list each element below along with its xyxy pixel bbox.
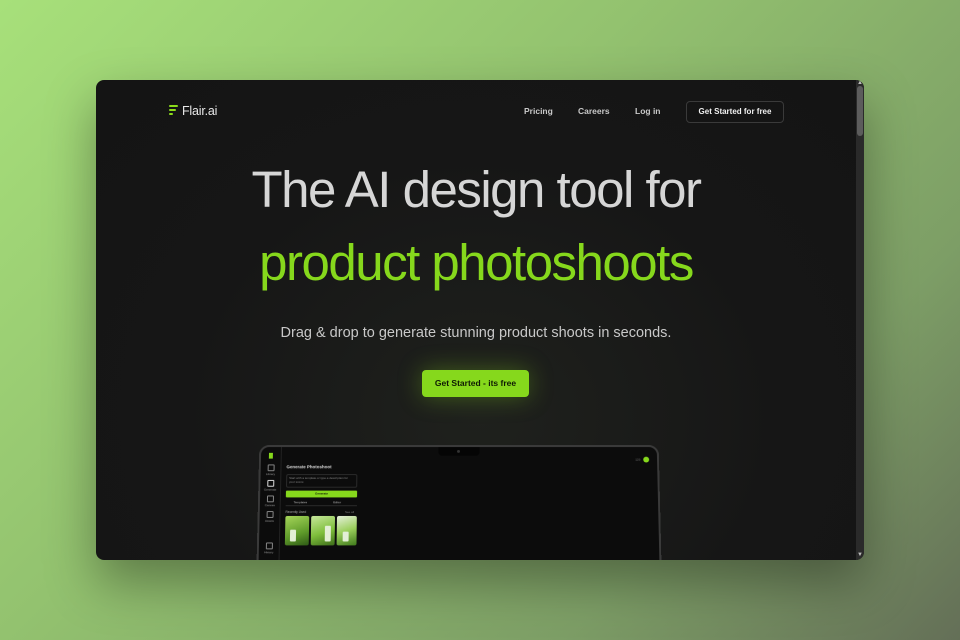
app-sidebar-item-canvas: Canvas: [263, 495, 277, 507]
app-generate-panel: Generate Photoshoot Start with a templat…: [280, 464, 361, 560]
panel-tab-divider: [286, 505, 357, 506]
app-top-right: 120: [635, 457, 649, 463]
nav-get-started-button[interactable]: Get Started for free: [686, 101, 784, 123]
app-sidebar-item-library: Library: [264, 464, 278, 476]
canvas-icon: [266, 495, 273, 502]
hero-headline-line2: product photoshoots: [96, 233, 856, 292]
panel-prompt-box: Start with a template or type a descript…: [286, 474, 357, 488]
recent-thumbnail: [337, 516, 357, 545]
nav-link-careers[interactable]: Careers: [578, 106, 610, 116]
scrollbar-thumb[interactable]: [857, 86, 863, 136]
avatar: [643, 457, 649, 463]
hero-get-started-button[interactable]: Get Started - its free: [422, 370, 529, 397]
app-sidebar-item-generate: Generate: [263, 480, 277, 492]
generate-icon: [267, 480, 274, 487]
library-icon: [267, 464, 274, 471]
hero-subheadline: Drag & drop to generate stunning product…: [96, 325, 856, 341]
app-sidebar-item-assets: Assets: [262, 511, 276, 523]
see-all-link: See all: [345, 510, 354, 514]
panel-tab-editor: Editor: [333, 500, 341, 504]
laptop-notch: [438, 447, 479, 456]
logo[interactable]: Flair.ai: [169, 104, 217, 118]
flair-logo-icon: [169, 105, 178, 117]
app-logo-icon: [269, 453, 273, 459]
scroll-down-icon[interactable]: ▼: [857, 552, 863, 558]
nav-link-login[interactable]: Log in: [635, 106, 661, 116]
nav-link-pricing[interactable]: Pricing: [524, 106, 553, 116]
panel-generate-button: Generate: [286, 491, 357, 498]
hero-headline-line1: The AI design tool for: [96, 160, 856, 219]
history-icon: [265, 542, 272, 549]
browser-window: Flair.ai Pricing Careers Log in Get Star…: [96, 80, 864, 560]
app-sidebar-item-history: History: [262, 542, 276, 554]
credits-text: 120: [635, 458, 640, 462]
app-sidebar: Library Generate Canvas Assets History: [258, 447, 282, 560]
panel-tab-templates: Templates: [294, 500, 308, 504]
vertical-scrollbar[interactable]: ▲ ▼: [856, 80, 864, 560]
recent-thumbnail: [311, 516, 335, 545]
recent-label: Recently Used: [285, 510, 306, 514]
recent-thumbnail: [285, 516, 309, 545]
camera-icon: [457, 450, 460, 453]
laptop-app-preview: Library Generate Canvas Assets History G…: [256, 445, 662, 560]
top-navigation: Flair.ai Pricing Careers Log in Get Star…: [96, 80, 856, 142]
assets-icon: [266, 511, 273, 518]
panel-title: Generate Photoshoot: [286, 464, 331, 469]
logo-text: Flair.ai: [182, 104, 217, 118]
